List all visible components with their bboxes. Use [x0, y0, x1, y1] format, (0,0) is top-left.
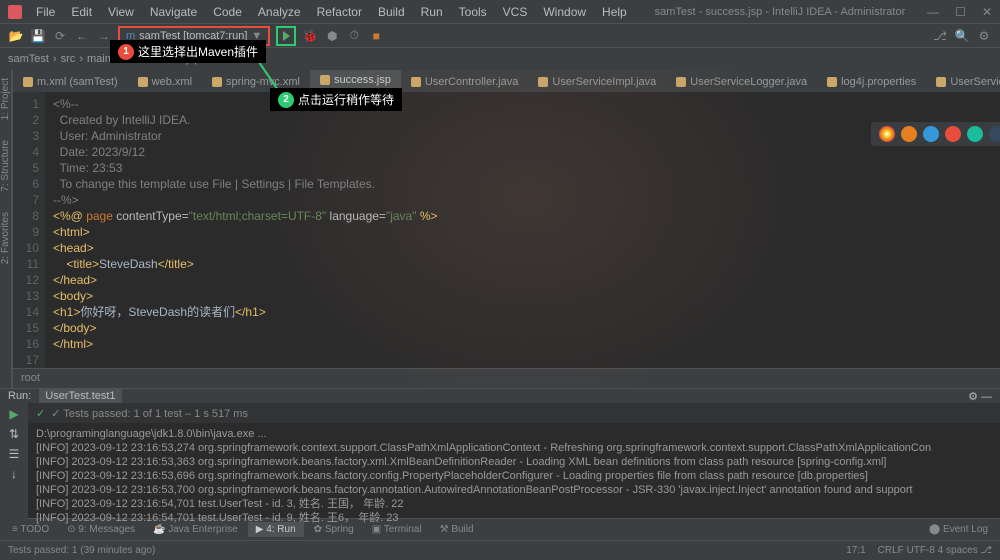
menu-run[interactable]: Run — [415, 3, 449, 21]
main-area: 1: Project 7: Structure 2: Favorites ▣ P… — [0, 70, 1000, 388]
event-log[interactable]: ⬤ Event Log — [921, 522, 996, 537]
main-menu: File Edit View Navigate Code Analyze Ref… — [30, 3, 633, 21]
opera-icon[interactable] — [945, 126, 961, 142]
firefox-icon[interactable] — [901, 126, 917, 142]
play-icon — [283, 31, 290, 41]
menu-help[interactable]: Help — [596, 3, 633, 21]
toggle-icon[interactable]: ⇅ — [9, 427, 19, 441]
rail-favorites[interactable]: 2: Favorites — [0, 212, 11, 264]
editor-area: m.xml (samTest)web.xmlspring-mvc.xmlsucc… — [13, 70, 1000, 388]
search-everywhere-icon[interactable]: 🔍 — [954, 28, 970, 44]
rail-structure[interactable]: 7: Structure — [0, 140, 11, 192]
debug-icon[interactable]: 🐞 — [302, 28, 318, 44]
menu-vcs[interactable]: VCS — [497, 3, 534, 21]
callout-2-text: 点击运行稍作等待 — [298, 91, 394, 108]
menu-analyze[interactable]: Analyze — [252, 3, 307, 21]
editor-tab[interactable]: UserService.java — [926, 72, 1000, 92]
save-icon[interactable]: 💾 — [30, 28, 46, 44]
callout-2: 2 点击运行稍作等待 — [270, 88, 402, 111]
btab-todo[interactable]: ≡ TODO — [4, 522, 57, 537]
export-icon[interactable]: ↓ — [11, 467, 17, 481]
editor-tabs: m.xml (samTest)web.xmlspring-mvc.xmlsucc… — [13, 70, 1000, 92]
encoding[interactable]: CRLF UTF-8 4 spaces ⎇ — [878, 545, 992, 556]
branch-icon[interactable]: ⎇ — [932, 28, 948, 44]
profile-icon[interactable]: ⏱ — [346, 28, 362, 44]
left-rail: 1: Project 7: Structure 2: Favorites — [0, 70, 12, 388]
callout-badge-1: 1 — [118, 44, 134, 60]
filter-icon[interactable]: ☰ — [9, 447, 20, 461]
btab-build[interactable]: ⚒ Build — [432, 522, 482, 537]
window-controls: — ☐ ✕ — [927, 5, 992, 19]
maximize-icon[interactable]: ☐ — [955, 5, 966, 19]
open-icon[interactable]: 📂 — [8, 28, 24, 44]
menu-tools[interactable]: Tools — [453, 3, 493, 21]
btab-terminal[interactable]: ▣ Terminal — [364, 522, 430, 537]
menu-file[interactable]: File — [30, 3, 61, 21]
menu-code[interactable]: Code — [207, 3, 248, 21]
run-controls: ▶ ⇅ ☰ ↓ — [0, 403, 28, 529]
close-icon[interactable]: ✕ — [982, 5, 992, 19]
rail-project[interactable]: 1: Project — [0, 78, 11, 120]
test-status-text: ✓ Tests passed: 1 of 1 test – 1 s 517 ms — [51, 407, 248, 420]
btab-messages[interactable]: ⊙ 9: Messages — [59, 522, 143, 537]
btab-spring[interactable]: ✿ Spring — [306, 522, 362, 537]
callout-1-text: 这里选择出Maven插件 — [138, 43, 258, 60]
rerun-icon[interactable]: ▶ — [9, 407, 18, 421]
window-title: samTest - success.jsp - IntelliJ IDEA - … — [633, 6, 927, 18]
callout-badge-2: 2 — [278, 92, 294, 108]
coverage-icon[interactable]: ⬢ — [324, 28, 340, 44]
menu-navigate[interactable]: Navigate — [144, 3, 203, 21]
statusbar: Tests passed: 1 (39 minutes ago) 17:1 CR… — [0, 540, 1000, 560]
menu-view[interactable]: View — [102, 3, 140, 21]
editor-tab[interactable]: log4j.properties — [817, 72, 926, 92]
test-status-bar: ✓✓ Tests passed: 1 of 1 test – 1 s 517 m… — [28, 403, 1000, 423]
breadcrumb-root[interactable]: samTest — [8, 53, 49, 65]
run-panel: Run: UserTest.test1 ⚙ — ▶ ⇅ ☰ ↓ ✓✓ Tests… — [0, 388, 1000, 518]
status-left: Tests passed: 1 (39 minutes ago) — [8, 545, 155, 556]
caret-pos[interactable]: 17:1 — [846, 545, 865, 556]
editor-tab[interactable]: UserController.java — [401, 72, 529, 92]
browser-icons — [871, 122, 1000, 146]
editor-tab[interactable]: UserServiceLogger.java — [666, 72, 817, 92]
gutter: 1234567891011121314151617 — [13, 92, 45, 368]
editor-tab[interactable]: web.xml — [128, 72, 202, 92]
run-panel-header: Run: UserTest.test1 ⚙ — — [0, 389, 1000, 403]
settings-icon[interactable]: ⚙ — [976, 28, 992, 44]
run-panel-settings-icon[interactable]: ⚙ — — [968, 390, 992, 403]
builtin-icon[interactable] — [989, 126, 1000, 142]
stop-icon[interactable]: ■ — [368, 28, 384, 44]
titlebar: File Edit View Navigate Code Analyze Ref… — [0, 0, 1000, 24]
breadcrumb-main[interactable]: main — [87, 53, 111, 65]
minimize-icon[interactable]: — — [927, 5, 939, 19]
editor-breadcrumb: root — [13, 368, 1000, 388]
app-icon — [8, 5, 22, 19]
menu-window[interactable]: Window — [537, 3, 592, 21]
back-icon[interactable]: ← — [74, 28, 90, 44]
btab-javaee[interactable]: ☕ Java Enterprise — [145, 522, 246, 537]
edge-icon[interactable] — [967, 126, 983, 142]
run-panel-config[interactable]: UserTest.test1 — [39, 389, 121, 403]
chrome-icon[interactable] — [879, 126, 895, 142]
refresh-icon[interactable]: ⟳ — [52, 28, 68, 44]
editor-tab[interactable]: UserServiceImpl.java — [528, 72, 666, 92]
run-button[interactable] — [276, 26, 296, 46]
editor[interactable]: 1234567891011121314151617 <%-- Created b… — [13, 92, 1000, 368]
run-panel-title: Run: — [8, 390, 31, 402]
menu-refactor[interactable]: Refactor — [311, 3, 368, 21]
menu-edit[interactable]: Edit — [65, 3, 98, 21]
safari-icon[interactable] — [923, 126, 939, 142]
breadcrumb-src[interactable]: src — [61, 53, 76, 65]
code-area[interactable]: <%-- Created by IntelliJ IDEA. User: Adm… — [45, 92, 1000, 368]
btab-run[interactable]: ▶ 4: Run — [248, 522, 304, 537]
callout-1: 1 这里选择出Maven插件 — [110, 40, 266, 63]
editor-tab[interactable]: m.xml (samTest) — [13, 72, 128, 92]
menu-build[interactable]: Build — [372, 3, 411, 21]
console-output[interactable]: D:\programinglanguage\jdk1.8.0\bin\java.… — [28, 423, 1000, 529]
